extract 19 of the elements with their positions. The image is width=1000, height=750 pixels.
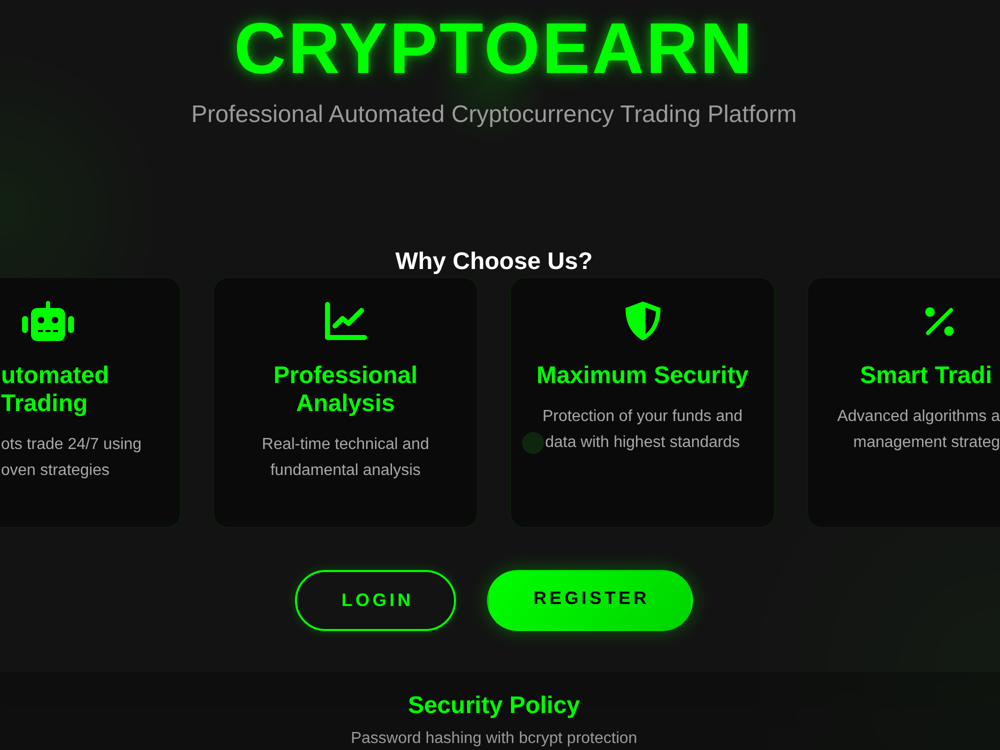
feature-description: Protection of your funds and data with highest standards xyxy=(541,407,744,453)
feature-title: Professional Analysis xyxy=(272,362,419,418)
line-chart-icon xyxy=(324,302,366,340)
feature-description: Advanced algorithms a management strateg xyxy=(836,407,1000,453)
logo-title: CRYPTOEARN xyxy=(234,9,754,89)
shield-icon xyxy=(624,301,662,341)
percent-icon xyxy=(924,306,955,336)
policy-item: Password hashing with bcrypt protection xyxy=(350,730,638,748)
register-button[interactable]: REGISTER xyxy=(487,570,692,631)
policy-title: Security Policy xyxy=(408,692,580,720)
feature-title: Smart Tradi xyxy=(860,362,992,390)
feature-description: Real-time technical and fundamental analysis xyxy=(260,435,430,481)
feature-title: Maximum Security xyxy=(536,362,749,390)
login-button[interactable]: LOGIN xyxy=(295,570,456,631)
section-heading: Why Choose Us? xyxy=(395,248,593,276)
tagline: Professional Automated Cryptocurrency Trading Platform xyxy=(191,101,797,129)
feature-description: ots trade 24/7 using oven strategies xyxy=(1,435,143,481)
feature-title: utomated Trading xyxy=(1,362,110,418)
robot-icon xyxy=(22,301,74,341)
